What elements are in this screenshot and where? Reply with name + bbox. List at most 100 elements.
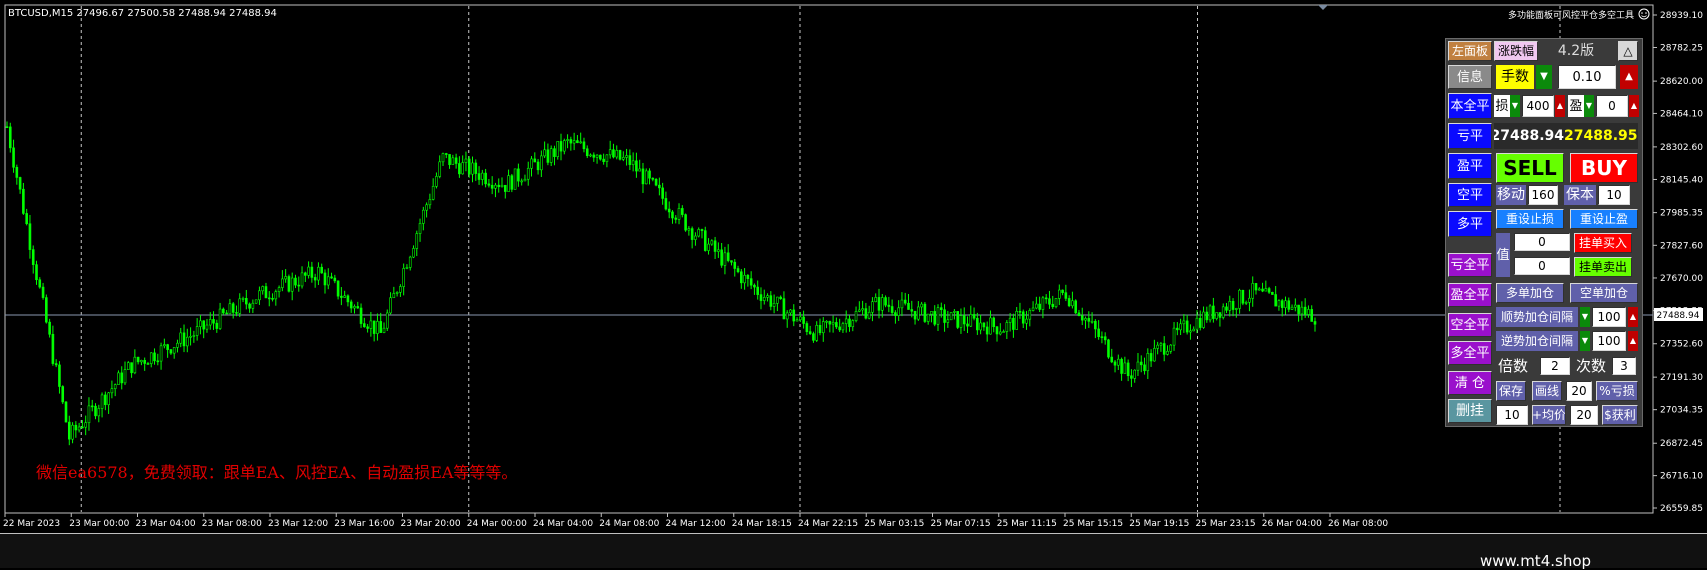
close-long-button[interactable]: 多平 (1448, 211, 1492, 237)
close-all-profit-button[interactable]: 盈全平 (1448, 283, 1492, 307)
buy-button[interactable]: BUY (1570, 153, 1638, 183)
close-all-short-button[interactable]: 空全平 (1448, 313, 1492, 337)
time-tick-label: 24 Mar 18:15 (732, 519, 792, 529)
trend-add-input[interactable]: 100 (1592, 307, 1626, 327)
delete-input[interactable]: 10 (1496, 405, 1528, 425)
time-tick-label: 24 Mar 12:00 (666, 519, 726, 529)
tp-down-icon[interactable]: ▼ (1584, 95, 1594, 117)
sl-down-icon[interactable]: ▼ (1510, 95, 1520, 117)
candle (126, 361, 130, 370)
trade-panel: 左面板 涨跌幅 4.2版 △ 信息 手数 ▼ 0.10 ▲ 本全平 损 ▼ 40… (1445, 38, 1643, 427)
candle (1208, 304, 1212, 323)
add-short-button[interactable]: 空单加仓 (1570, 283, 1638, 303)
sell-button[interactable]: SELL (1496, 153, 1564, 183)
version-label: 4.2版 (1557, 43, 1595, 59)
tp-up-icon[interactable]: ▲ (1629, 95, 1639, 117)
reset-tp-button[interactable]: 重设止盈 (1570, 209, 1638, 229)
multiplier-input[interactable]: 2 (1540, 357, 1570, 375)
close-profit-button[interactable]: 盈平 (1448, 153, 1492, 179)
counter-add-label: 逆势加仓间隔 (1496, 331, 1578, 351)
price-tick-label: 27034.35 (1660, 406, 1703, 416)
avg-price-button[interactable]: +均价 (1532, 405, 1566, 425)
sl-input[interactable]: 400 (1522, 95, 1554, 117)
time-tick-label: 25 Mar 19:15 (1129, 519, 1189, 529)
trend-add-down-icon[interactable]: ▼ (1580, 307, 1590, 327)
left-panel-button[interactable]: 左面板 (1448, 41, 1492, 61)
pending-buy-button[interactable]: 挂单买入 (1574, 233, 1632, 253)
add-long-button[interactable]: 多单加仓 (1496, 283, 1564, 303)
candle (1271, 291, 1274, 295)
candle (254, 299, 258, 304)
promo-text: 微信ea6578，免费领取：跟单EA、风控EA、自动盈损EA等等等。 (36, 463, 517, 482)
chart-header: BTCUSD,M15 27496.67 27500.58 27488.94 27… (8, 8, 277, 19)
save-button[interactable]: 保存 (1496, 381, 1526, 401)
candle (385, 309, 389, 331)
lots-input[interactable]: 0.10 (1558, 65, 1616, 89)
pending-buy-input[interactable]: 0 (1514, 233, 1570, 251)
breakeven-label: 保本 (1564, 185, 1596, 205)
status-bar (0, 533, 1707, 568)
time-tick-label: 26 Mar 04:00 (1262, 519, 1322, 529)
time-tick-label: 25 Mar 07:15 (931, 519, 991, 529)
pending-sell-input[interactable]: 0 (1514, 257, 1570, 275)
delete-pending-button[interactable]: 删挂 (1448, 399, 1492, 423)
price-tick-label: 28939.10 (1660, 11, 1703, 21)
sl-label: 损 (1494, 95, 1510, 117)
counter-add-input[interactable]: 100 (1592, 331, 1626, 351)
time-tick-label: 23 Mar 20:00 (401, 519, 461, 529)
close-all-loss-button[interactable]: 亏全平 (1448, 253, 1492, 277)
trail-input[interactable]: 160 (1528, 185, 1558, 205)
candle (61, 385, 65, 405)
dollar-profit-button[interactable]: $获利 (1602, 405, 1638, 425)
candle (556, 141, 560, 160)
trail-label: 移动 (1496, 185, 1526, 205)
counter-add-up-icon[interactable]: ▲ (1628, 331, 1638, 351)
candle (510, 173, 514, 193)
count-input[interactable]: 3 (1612, 357, 1636, 375)
candle (64, 401, 68, 423)
ask-price: 27488.95 (1564, 123, 1638, 149)
candle (654, 178, 658, 187)
time-tick-label: 24 Mar 04:00 (533, 519, 593, 529)
candle (923, 302, 927, 323)
lots-up-icon[interactable]: ▲ (1620, 65, 1638, 89)
reset-sl-button[interactable]: 重设止损 (1496, 209, 1564, 229)
pending-sell-button[interactable]: 挂单卖出 (1574, 257, 1632, 277)
price-tick-label: 27352.60 (1660, 340, 1703, 350)
candle (956, 311, 959, 330)
close-short-button[interactable]: 空平 (1448, 183, 1492, 207)
site-watermark: www.mt4.shop (1480, 552, 1592, 570)
clear-positions-button[interactable]: 清 仓 (1448, 371, 1492, 395)
candle (45, 294, 48, 324)
tp-input[interactable]: 0 (1596, 95, 1628, 117)
candle (1107, 338, 1110, 359)
info-button[interactable]: 信息 (1448, 65, 1492, 89)
avg-input[interactable]: 20 (1570, 405, 1598, 425)
close-all-principal-button[interactable]: 本全平 (1448, 93, 1492, 119)
breakeven-input[interactable]: 10 (1598, 185, 1630, 205)
draw-line-button[interactable]: 画线 (1532, 381, 1562, 401)
time-tick-label: 23 Mar 16:00 (334, 519, 394, 529)
time-tick-label: 24 Mar 22:15 (798, 519, 858, 529)
draw-input[interactable]: 20 (1566, 381, 1592, 401)
candle (644, 168, 648, 185)
current-price-label: 27488.94 (1657, 311, 1700, 321)
price-tick-label: 27670.00 (1660, 274, 1703, 284)
price-tick-label: 26716.10 (1660, 472, 1703, 482)
lots-down-icon[interactable]: ▼ (1536, 65, 1552, 89)
counter-add-down-icon[interactable]: ▼ (1580, 331, 1590, 351)
change-button[interactable]: 涨跌幅 (1494, 41, 1538, 61)
sl-up-icon[interactable]: ▲ (1555, 95, 1565, 117)
close-loss-button[interactable]: 亏平 (1448, 123, 1492, 149)
candle (8, 122, 12, 153)
close-all-long-button[interactable]: 多全平 (1448, 341, 1492, 365)
pct-loss-button[interactable]: %亏损 (1596, 381, 1638, 401)
time-tick-label: 25 Mar 23:15 (1196, 519, 1256, 529)
time-tick-label: 23 Mar 00:00 (69, 519, 129, 529)
trend-add-up-icon[interactable]: ▲ (1628, 307, 1638, 327)
price-tick-label: 26559.85 (1660, 504, 1703, 514)
candle (117, 370, 120, 385)
collapse-button[interactable]: △ (1618, 41, 1638, 61)
multiplier-label: 倍数 (1497, 356, 1528, 375)
candle (1241, 289, 1245, 306)
